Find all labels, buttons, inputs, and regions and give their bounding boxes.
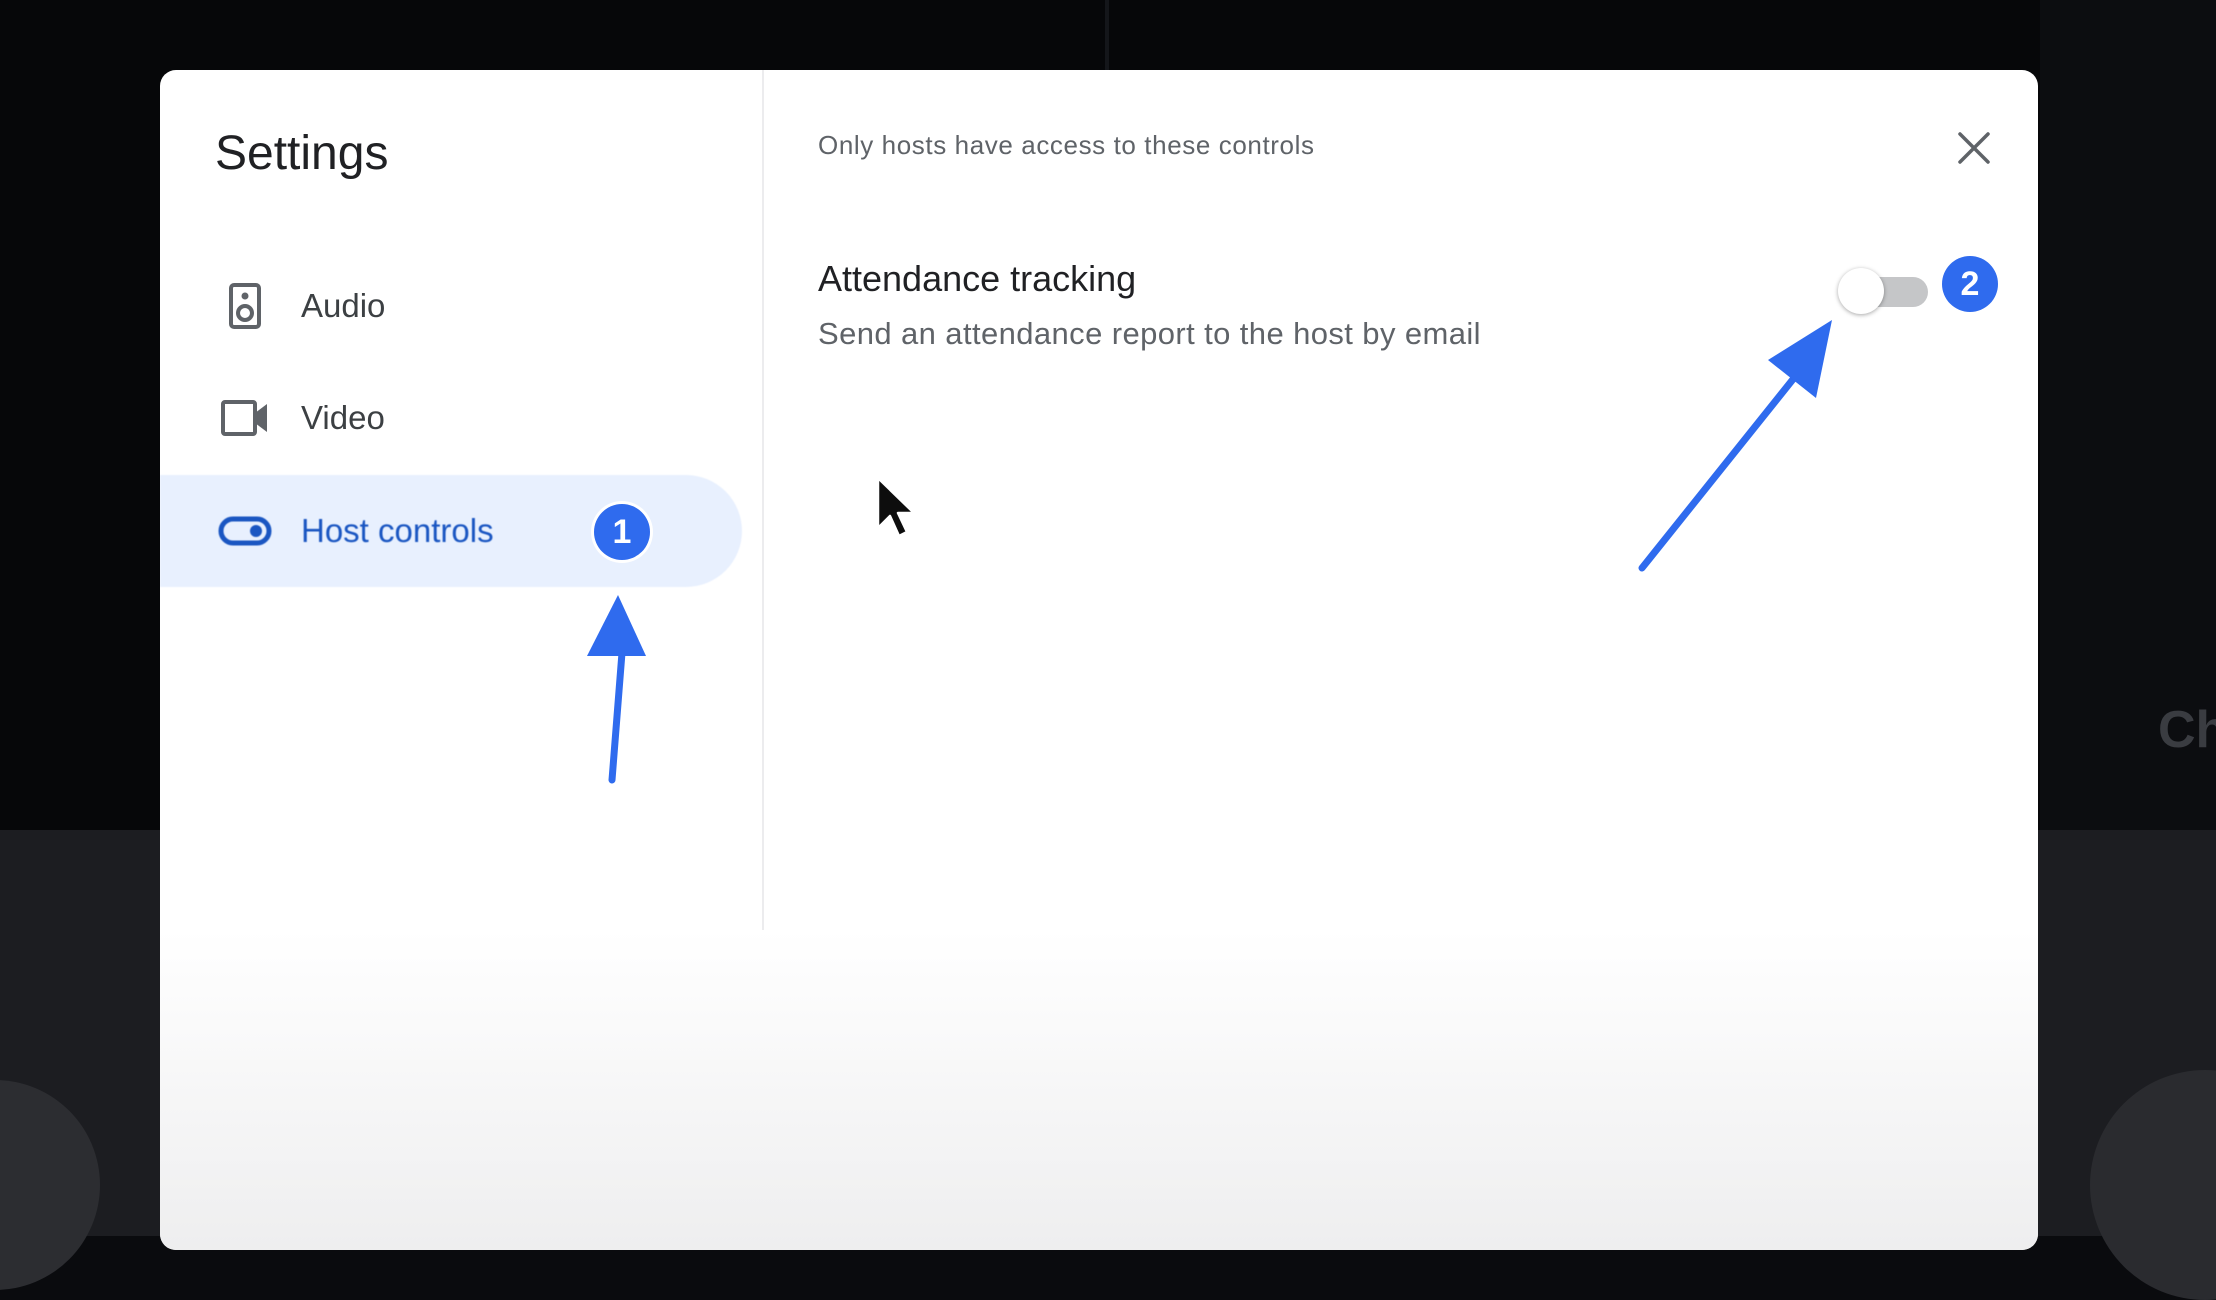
arrow-up-icon	[587, 595, 646, 784]
arrow-diagonal-icon	[1638, 320, 1832, 572]
step-badge-2: 2	[1942, 256, 1998, 312]
annotation-arrows	[587, 320, 1832, 784]
step-badge-1: 1	[594, 504, 650, 560]
